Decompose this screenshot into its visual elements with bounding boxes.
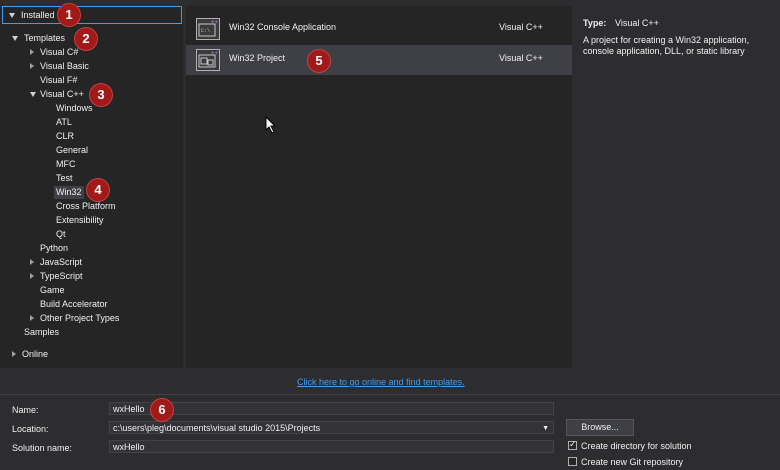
tree-label: CLR xyxy=(56,131,75,141)
tree-label: Extensibility xyxy=(56,215,104,225)
create-directory-checkbox[interactable]: ✓ xyxy=(568,439,577,450)
tree-item-test[interactable]: Test xyxy=(56,172,73,185)
collapse-icon xyxy=(12,351,16,357)
step-badge-3: 3 xyxy=(89,83,113,107)
tree-item-mfc[interactable]: MFC xyxy=(56,158,76,171)
tree-label: ATL xyxy=(56,117,72,127)
tree-label: Win32 xyxy=(56,187,82,197)
browse-button[interactable]: Browse... xyxy=(566,419,634,436)
tree-item-samples[interactable]: Samples xyxy=(24,326,59,339)
tree-label: Online xyxy=(22,349,49,359)
tree-item-python[interactable]: Python xyxy=(40,242,68,255)
tree-label: Templates xyxy=(24,33,66,43)
collapse-icon xyxy=(30,63,34,69)
tree-label: Visual Basic xyxy=(40,61,89,71)
git-repository-label: Create new Git repository xyxy=(581,457,684,467)
solution-name-label: Solution name: xyxy=(12,443,73,453)
tree-label: Game xyxy=(40,285,65,295)
tree-label: Python xyxy=(40,243,69,253)
tree-label: Windows xyxy=(56,103,93,113)
win32-project-icon: ++ xyxy=(196,49,220,71)
svg-text:C:\: C:\ xyxy=(201,28,210,34)
location-input[interactable]: c:\users\pleg\documents\visual studio 20… xyxy=(109,421,554,434)
collapse-icon xyxy=(30,273,34,279)
solution-name-input[interactable]: wxHello xyxy=(109,440,554,453)
expand-icon xyxy=(9,13,15,18)
template-language: Visual C++ xyxy=(499,53,543,63)
form-separator xyxy=(0,394,780,395)
name-label: Name: xyxy=(12,405,39,415)
step-badge-2: 2 xyxy=(74,27,98,51)
git-repository-checkbox[interactable] xyxy=(568,457,577,466)
tree-label: JavaScript xyxy=(40,257,83,267)
tree-item-game[interactable]: Game xyxy=(40,284,65,297)
tree-label: Visual C# xyxy=(40,47,79,57)
template-win32-project[interactable]: ++ Win32 Project Visual C++ xyxy=(186,45,572,75)
type-label: Type: xyxy=(583,18,607,28)
tree-item-win32[interactable]: Win32 xyxy=(54,186,84,199)
tree-item-extensibility[interactable]: Extensibility xyxy=(56,214,104,227)
tree-label: Installed xyxy=(21,10,55,20)
dropdown-arrow-icon[interactable]: ▼ xyxy=(542,422,549,435)
tree-item-qt[interactable]: Qt xyxy=(56,228,66,241)
step-badge-6: 6 xyxy=(150,398,174,422)
template-win32-console[interactable]: C:\ ++ Win32 Console Application Visual … xyxy=(186,14,572,44)
tree-label: Samples xyxy=(24,327,60,337)
type-value: Visual C++ xyxy=(615,18,659,28)
location-label: Location: xyxy=(12,424,49,434)
expand-icon xyxy=(12,36,18,41)
step-badge-4: 4 xyxy=(86,178,110,202)
tree-item-windows[interactable]: Windows xyxy=(56,102,93,115)
template-name: Win32 Project xyxy=(229,53,286,63)
tree-label: Visual C++ xyxy=(40,89,84,99)
tree-label: Other Project Types xyxy=(40,313,120,323)
tree-item-general[interactable]: General xyxy=(56,144,88,157)
name-input[interactable]: wxHello xyxy=(109,402,554,415)
win32-project-icon-svg: ++ xyxy=(198,51,219,68)
tree-label: Visual F# xyxy=(40,75,78,85)
tree-label: MFC xyxy=(56,159,76,169)
location-value: c:\users\pleg\documents\visual studio 20… xyxy=(113,423,321,433)
tree-item-atl[interactable]: ATL xyxy=(56,116,72,129)
step-badge-1: 1 xyxy=(57,3,81,27)
tree-item-build-accelerator[interactable]: Build Accelerator xyxy=(40,298,108,311)
tree-label: General xyxy=(56,145,89,155)
collapse-icon xyxy=(30,259,34,265)
svg-text:++: ++ xyxy=(211,51,219,57)
template-name: Win32 Console Application xyxy=(229,22,337,32)
tree-label: Test xyxy=(56,173,73,183)
online-templates-link[interactable]: Click here to go online and find templat… xyxy=(297,377,465,387)
checkmark-icon: ✓ xyxy=(569,439,577,449)
collapse-icon xyxy=(30,315,34,321)
expand-icon xyxy=(30,92,36,97)
details-panel: Type: Visual C++ A project for creating … xyxy=(574,6,780,368)
template-description: A project for creating a Win32 applicati… xyxy=(583,35,750,56)
tree-item-clr[interactable]: CLR xyxy=(56,130,74,143)
svg-text:++: ++ xyxy=(211,20,219,26)
step-badge-5: 5 xyxy=(307,49,331,73)
collapse-icon xyxy=(30,49,34,55)
tree-item-installed[interactable]: Installed xyxy=(2,6,182,24)
tree-label: Build Accelerator xyxy=(40,299,108,309)
create-directory-label: Create directory for solution xyxy=(581,441,692,451)
console-app-icon: C:\ ++ xyxy=(196,18,220,40)
template-language: Visual C++ xyxy=(499,22,543,32)
console-app-icon-svg: C:\ ++ xyxy=(198,20,219,37)
mouse-cursor-icon xyxy=(265,116,277,134)
tree-label: Qt xyxy=(56,229,66,239)
tree-label: TypeScript xyxy=(40,271,83,281)
tree-label: Cross Platform xyxy=(56,201,116,211)
tree-item-cross-platform[interactable]: Cross Platform xyxy=(56,200,116,213)
